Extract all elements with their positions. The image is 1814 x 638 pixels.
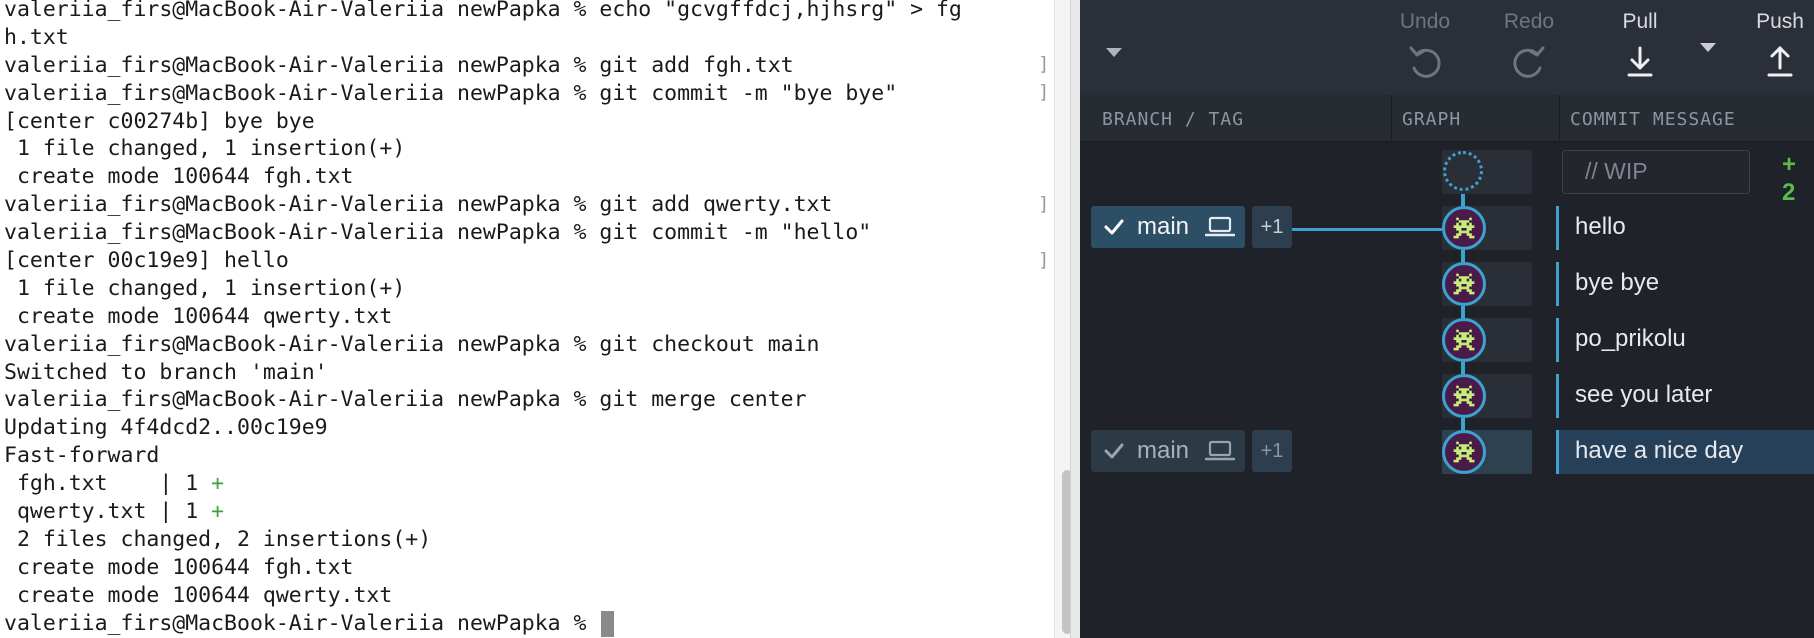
column-divider[interactable]: [1559, 95, 1560, 141]
terminal-line: create mode 100644 qwerty.txt: [4, 582, 393, 608]
commit-row[interactable]: main +1 hello: [1080, 200, 1814, 256]
terminal-line: Updating 4f4dcd2..00c19e9: [4, 415, 328, 441]
terminal-line: create mode 100644 qwerty.txt: [4, 303, 393, 329]
terminal-line: valeriia_firs@MacBook-Air-Valeriia newPa…: [4, 192, 833, 218]
terminal-line: 1 file changed, 1 insertion(+): [4, 136, 406, 162]
terminal-line: valeriia_firs@MacBook-Air-Valeriia newPa…: [4, 331, 820, 357]
terminal-line: Switched to branch 'main': [4, 359, 328, 385]
author-avatar-icon[interactable]: [1442, 374, 1486, 418]
commit-row-selected[interactable]: main +1 have a nice day: [1080, 424, 1814, 480]
terminal-scroll-thumb[interactable]: [1062, 470, 1070, 634]
author-avatar-icon[interactable]: [1442, 430, 1486, 474]
terminal-line: create mode 100644 fgh.txt: [4, 554, 354, 580]
wip-node[interactable]: [1443, 151, 1483, 191]
wip-placeholder: // WIP: [1585, 158, 1648, 184]
terminal-line: 2 files changed, 2 insertions(+): [4, 526, 432, 552]
added-files-count: + 2: [1782, 151, 1797, 206]
terminal-line: create mode 100644 fgh.txt: [4, 164, 354, 190]
commit-message-cell[interactable]: po_prikolu: [1556, 318, 1814, 362]
redo-button[interactable]: Redo: [1474, 0, 1584, 95]
chevron-down-icon[interactable]: [1106, 48, 1122, 57]
terminal-line: [center c00274b] bye bye: [4, 108, 315, 134]
terminal-line: 1 file changed, 1 insertion(+): [4, 275, 406, 301]
remote-ahead-badge[interactable]: +1: [1252, 430, 1292, 472]
checkmark-icon: [1104, 443, 1124, 459]
author-avatar-icon[interactable]: [1442, 318, 1486, 362]
toolbar: Undo Redo Pull Push: [1080, 0, 1814, 95]
wip-summary-input[interactable]: // WIP: [1562, 150, 1750, 194]
commit-message: po_prikolu: [1575, 325, 1686, 352]
undo-label: Undo: [1399, 10, 1451, 33]
column-branch-tag[interactable]: BRANCH / TAG: [1102, 109, 1244, 130]
laptop-icon: [1205, 216, 1235, 237]
remote-ahead-badge[interactable]: +1: [1252, 206, 1292, 248]
pull-icon: [1627, 46, 1653, 77]
pull-options-chevron-icon[interactable]: [1700, 43, 1716, 52]
column-divider[interactable]: [1391, 95, 1392, 141]
column-graph[interactable]: GRAPH: [1402, 109, 1461, 130]
diffstat-plus: +: [211, 499, 225, 525]
branch-name: main: [1137, 213, 1190, 240]
commit-message-cell[interactable]: bye bye: [1556, 262, 1814, 306]
terminal-line: valeriia_firs@MacBook-Air-Valeriia newPa…: [4, 52, 794, 78]
branch-label-main[interactable]: main: [1091, 206, 1245, 248]
diffstat-text: qwerty.txt | 1: [4, 499, 212, 525]
diffstat-text: fgh.txt | 1: [4, 471, 212, 497]
terminal-line: h.txt: [4, 24, 69, 50]
graph-column-header: BRANCH / TAG GRAPH COMMIT MESSAGE: [1080, 95, 1814, 142]
commit-message-cell[interactable]: have a nice day: [1556, 430, 1814, 474]
push-button[interactable]: Push: [1725, 0, 1814, 95]
push-icon: [1767, 46, 1793, 77]
commit-message: bye bye: [1575, 269, 1660, 296]
undo-icon: [1409, 46, 1441, 78]
line-wrap-marker: ]: [1038, 53, 1050, 75]
terminal-window[interactable]: valeriia_firs@MacBook-Air-Valeriia newPa…: [0, 0, 1070, 638]
commit-row[interactable]: bye bye: [1080, 256, 1814, 312]
commit-row[interactable]: po_prikolu: [1080, 312, 1814, 368]
branch-label-main-remote[interactable]: main: [1091, 430, 1245, 472]
branch-name: main: [1137, 437, 1190, 464]
terminal-prompt: valeriia_firs@MacBook-Air-Valeriia newPa…: [4, 610, 600, 636]
terminal-line: qwerty.txt | 1 +: [4, 498, 962, 526]
undo-button[interactable]: Undo: [1370, 0, 1480, 95]
wip-row[interactable]: // WIP + 2: [1080, 144, 1814, 206]
terminal-line: Fast-forward: [4, 443, 160, 469]
terminal-line: valeriia_firs@MacBook-Air-Valeriia newPa…: [4, 80, 898, 106]
column-commit-message[interactable]: COMMIT MESSAGE: [1570, 109, 1736, 130]
line-wrap-marker: ]: [1038, 81, 1050, 103]
commit-message-cell[interactable]: see you later: [1556, 374, 1814, 418]
author-avatar-icon[interactable]: [1442, 262, 1486, 306]
terminal-line: [center 00c19e9] hello: [4, 248, 289, 274]
commit-row[interactable]: see you later: [1080, 368, 1814, 424]
terminal-scrollbar[interactable]: [1054, 0, 1070, 638]
badge-text: +1: [1260, 216, 1284, 238]
checkmark-icon: [1104, 219, 1124, 235]
commit-message-cell[interactable]: hello: [1556, 206, 1814, 250]
badge-text: +1: [1260, 440, 1284, 462]
git-client-window[interactable]: Undo Redo Pull Push BRANCH / TAG GRAPH C…: [1080, 0, 1814, 638]
terminal-cursor: [601, 610, 615, 637]
redo-label: Redo: [1503, 10, 1555, 33]
pull-label: Pull: [1622, 10, 1658, 33]
terminal-line: valeriia_firs@MacBook-Air-Valeriia newPa…: [4, 0, 962, 22]
author-avatar-icon[interactable]: [1442, 206, 1486, 250]
terminal-prompt-line[interactable]: valeriia_firs@MacBook-Air-Valeriia newPa…: [4, 610, 962, 638]
commit-message: see you later: [1575, 381, 1713, 408]
line-wrap-marker: ]: [1038, 193, 1050, 215]
push-label: Push: [1756, 10, 1804, 33]
line-wrap-marker: ]: [1038, 249, 1050, 271]
commit-message: hello: [1575, 213, 1626, 240]
terminal-line: valeriia_firs@MacBook-Air-Valeriia newPa…: [4, 387, 807, 413]
diffstat-plus: +: [211, 471, 225, 497]
laptop-icon: [1205, 440, 1235, 461]
terminal-line: valeriia_firs@MacBook-Air-Valeriia newPa…: [4, 220, 872, 246]
pull-button[interactable]: Pull: [1585, 0, 1695, 95]
redo-icon: [1513, 46, 1545, 78]
commit-message: have a nice day: [1575, 437, 1744, 464]
terminal-line: fgh.txt | 1 +: [4, 470, 962, 498]
terminal-output: valeriia_firs@MacBook-Air-Valeriia newPa…: [4, 0, 962, 637]
